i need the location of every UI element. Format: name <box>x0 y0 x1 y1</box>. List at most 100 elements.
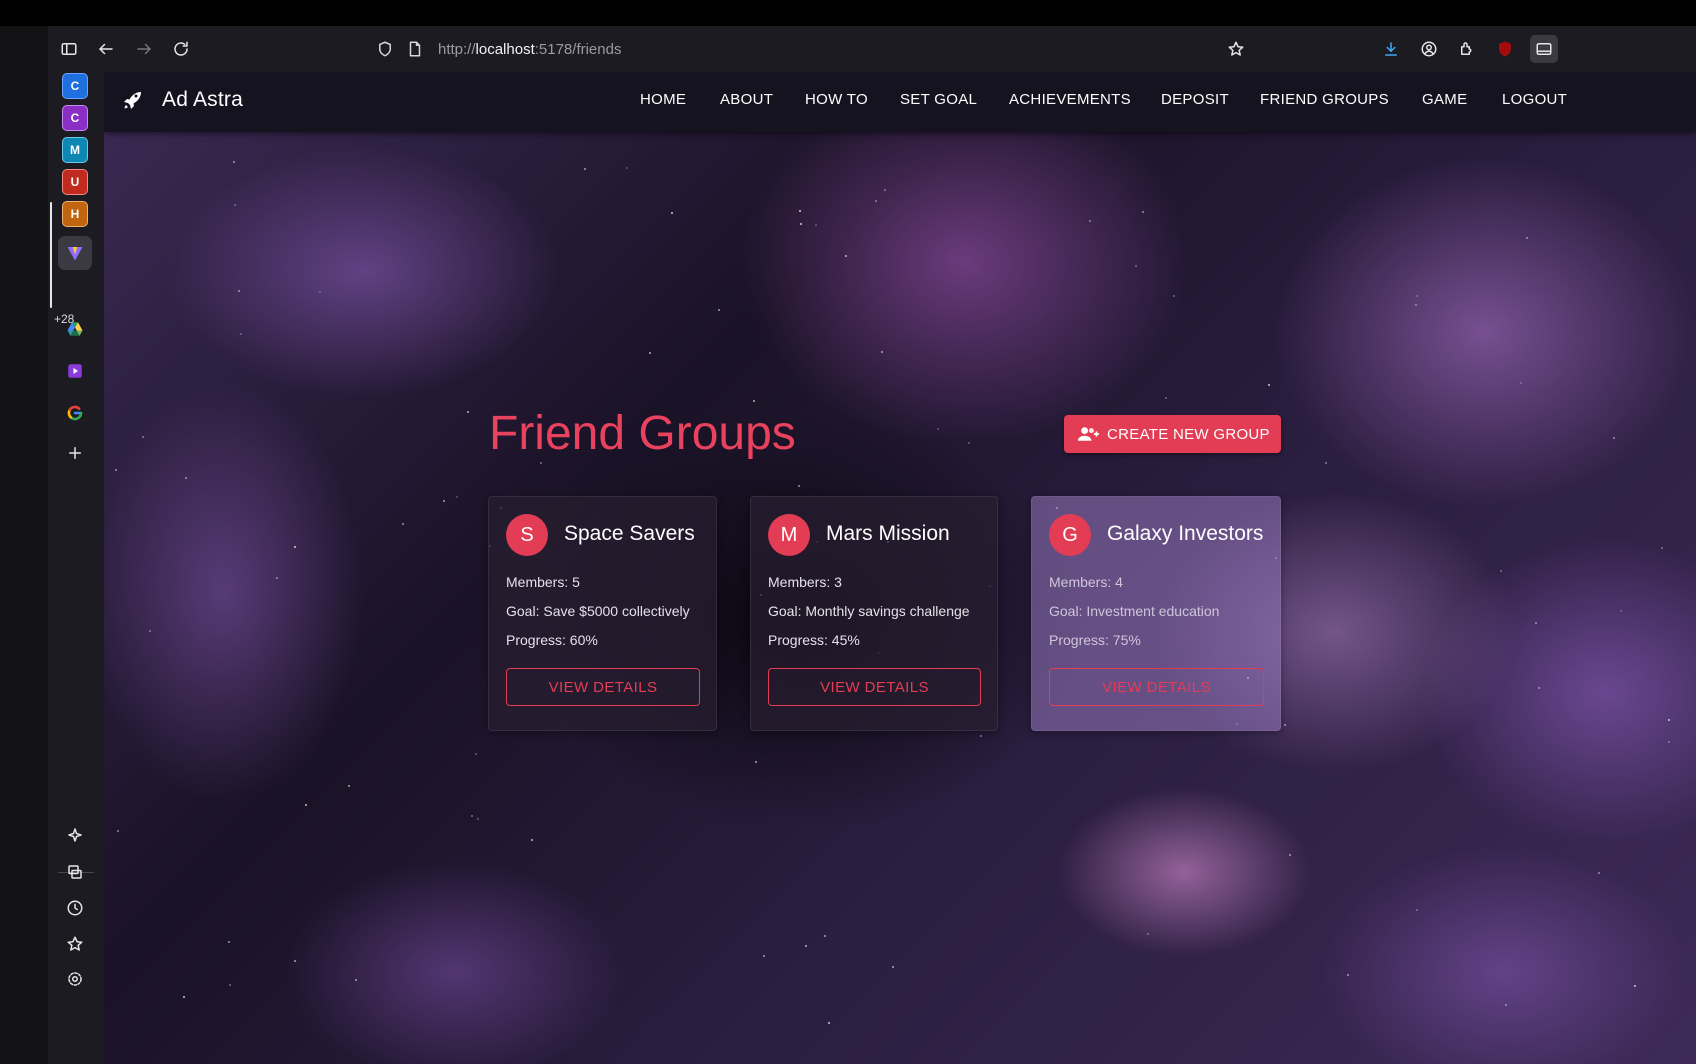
star <box>718 309 720 311</box>
sidebar-tab-c1[interactable]: C <box>62 73 88 99</box>
star <box>305 804 307 806</box>
google-icon[interactable] <box>64 402 86 424</box>
nav-deposit[interactable]: DEPOSIT <box>1161 91 1229 108</box>
star <box>1620 610 1622 612</box>
nav-logout[interactable]: LOGOUT <box>1502 91 1567 108</box>
star <box>815 224 817 226</box>
star <box>477 818 479 820</box>
group-progress: Progress: 75% <box>1049 632 1141 648</box>
star <box>456 496 458 498</box>
star <box>475 753 477 755</box>
star <box>1347 974 1349 976</box>
star <box>531 839 533 841</box>
nav-friend-groups[interactable]: FRIEND GROUPS <box>1260 91 1389 108</box>
url-text[interactable]: http://localhost:5178/friends <box>438 41 621 58</box>
history-icon[interactable] <box>64 897 86 919</box>
star <box>828 1022 830 1024</box>
star <box>319 291 321 293</box>
account-icon[interactable] <box>1415 35 1443 63</box>
star <box>824 935 826 937</box>
group-card-galaxy-investors: G Galaxy Investors Members: 4 Goal: Inve… <box>1031 496 1281 731</box>
star <box>294 546 296 548</box>
star <box>968 442 970 444</box>
window-left-edge <box>0 26 48 1064</box>
sidebar-tab-m[interactable]: M <box>62 137 88 163</box>
nav-about[interactable]: ABOUT <box>720 91 773 108</box>
star <box>937 428 939 430</box>
star <box>276 577 278 579</box>
settings-gear-icon[interactable] <box>64 968 86 990</box>
sidebar-tab-h[interactable]: H <box>62 201 88 227</box>
star <box>1668 741 1670 743</box>
bookmarks-icon[interactable] <box>64 933 86 955</box>
page-icon <box>406 40 424 58</box>
sidebar-tab-c2[interactable]: C <box>62 105 88 131</box>
star <box>348 785 350 787</box>
star <box>1598 872 1600 874</box>
group-avatar: S <box>506 514 548 556</box>
forward-icon[interactable] <box>130 35 158 63</box>
group-goal: Goal: Investment education <box>1049 603 1220 619</box>
star <box>1416 909 1418 911</box>
back-icon[interactable] <box>92 35 120 63</box>
star <box>1165 397 1167 399</box>
star <box>845 255 847 257</box>
star <box>892 966 894 968</box>
ublock-icon[interactable] <box>1491 35 1519 63</box>
star <box>1613 437 1615 439</box>
add-group-icon <box>1077 425 1099 443</box>
add-icon[interactable] <box>64 442 86 464</box>
group-progress: Progress: 45% <box>768 632 860 648</box>
star <box>540 462 542 464</box>
nav-set-goal[interactable]: SET GOAL <box>900 91 977 108</box>
view-details-button[interactable]: VIEW DETAILS <box>1049 668 1264 706</box>
bookmark-star-icon[interactable] <box>1222 35 1250 63</box>
nav-how-to[interactable]: HOW TO <box>805 91 868 108</box>
sidebar-tab-vite[interactable] <box>58 236 92 270</box>
url-host: localhost <box>475 41 535 58</box>
sidebar-panel-icon[interactable] <box>1530 35 1558 63</box>
star <box>1661 547 1663 549</box>
star <box>1415 304 1417 306</box>
star <box>228 941 230 943</box>
rocket-icon <box>121 88 145 112</box>
star <box>1147 933 1149 935</box>
nav-game[interactable]: GAME <box>1422 91 1467 108</box>
star <box>1135 265 1137 267</box>
group-name: Mars Mission <box>826 522 950 545</box>
extensions-icon[interactable] <box>1453 35 1481 63</box>
star <box>1142 211 1144 213</box>
star <box>183 996 185 998</box>
star <box>980 735 982 737</box>
tab-letter: C <box>70 111 80 125</box>
tab-group-indicator <box>50 202 52 308</box>
tab-letter: M <box>70 143 80 157</box>
url-scheme: http:// <box>438 41 476 58</box>
view-details-button[interactable]: VIEW DETAILS <box>506 668 700 706</box>
shield-icon[interactable] <box>376 40 394 58</box>
group-name: Space Savers <box>564 522 695 545</box>
tab-letter: C <box>70 79 80 93</box>
star <box>584 168 586 170</box>
group-name: Galaxy Investors <box>1107 522 1264 545</box>
ai-sparkle-icon[interactable] <box>64 824 86 846</box>
brand-title[interactable]: Ad Astra <box>162 88 243 112</box>
create-new-group-button[interactable]: CREATE NEW GROUP <box>1064 415 1281 453</box>
synced-tabs-icon[interactable] <box>64 861 86 883</box>
star <box>1268 384 1270 386</box>
view-details-button[interactable]: VIEW DETAILS <box>768 668 981 706</box>
sidebar-tab-u[interactable]: U <box>62 169 88 195</box>
reload-icon[interactable] <box>167 35 195 63</box>
star <box>1505 1004 1507 1006</box>
star <box>875 200 877 202</box>
sidebar-toggle-icon[interactable] <box>55 35 83 63</box>
star <box>798 485 800 487</box>
google-drive-icon[interactable] <box>64 318 86 340</box>
nav-achievements[interactable]: ACHIEVEMENTS <box>1009 91 1131 108</box>
star <box>185 477 187 479</box>
downloads-icon[interactable] <box>1377 35 1405 63</box>
nav-home[interactable]: HOME <box>640 91 686 108</box>
video-app-icon[interactable] <box>64 360 86 382</box>
star <box>443 500 445 502</box>
star <box>800 223 802 225</box>
